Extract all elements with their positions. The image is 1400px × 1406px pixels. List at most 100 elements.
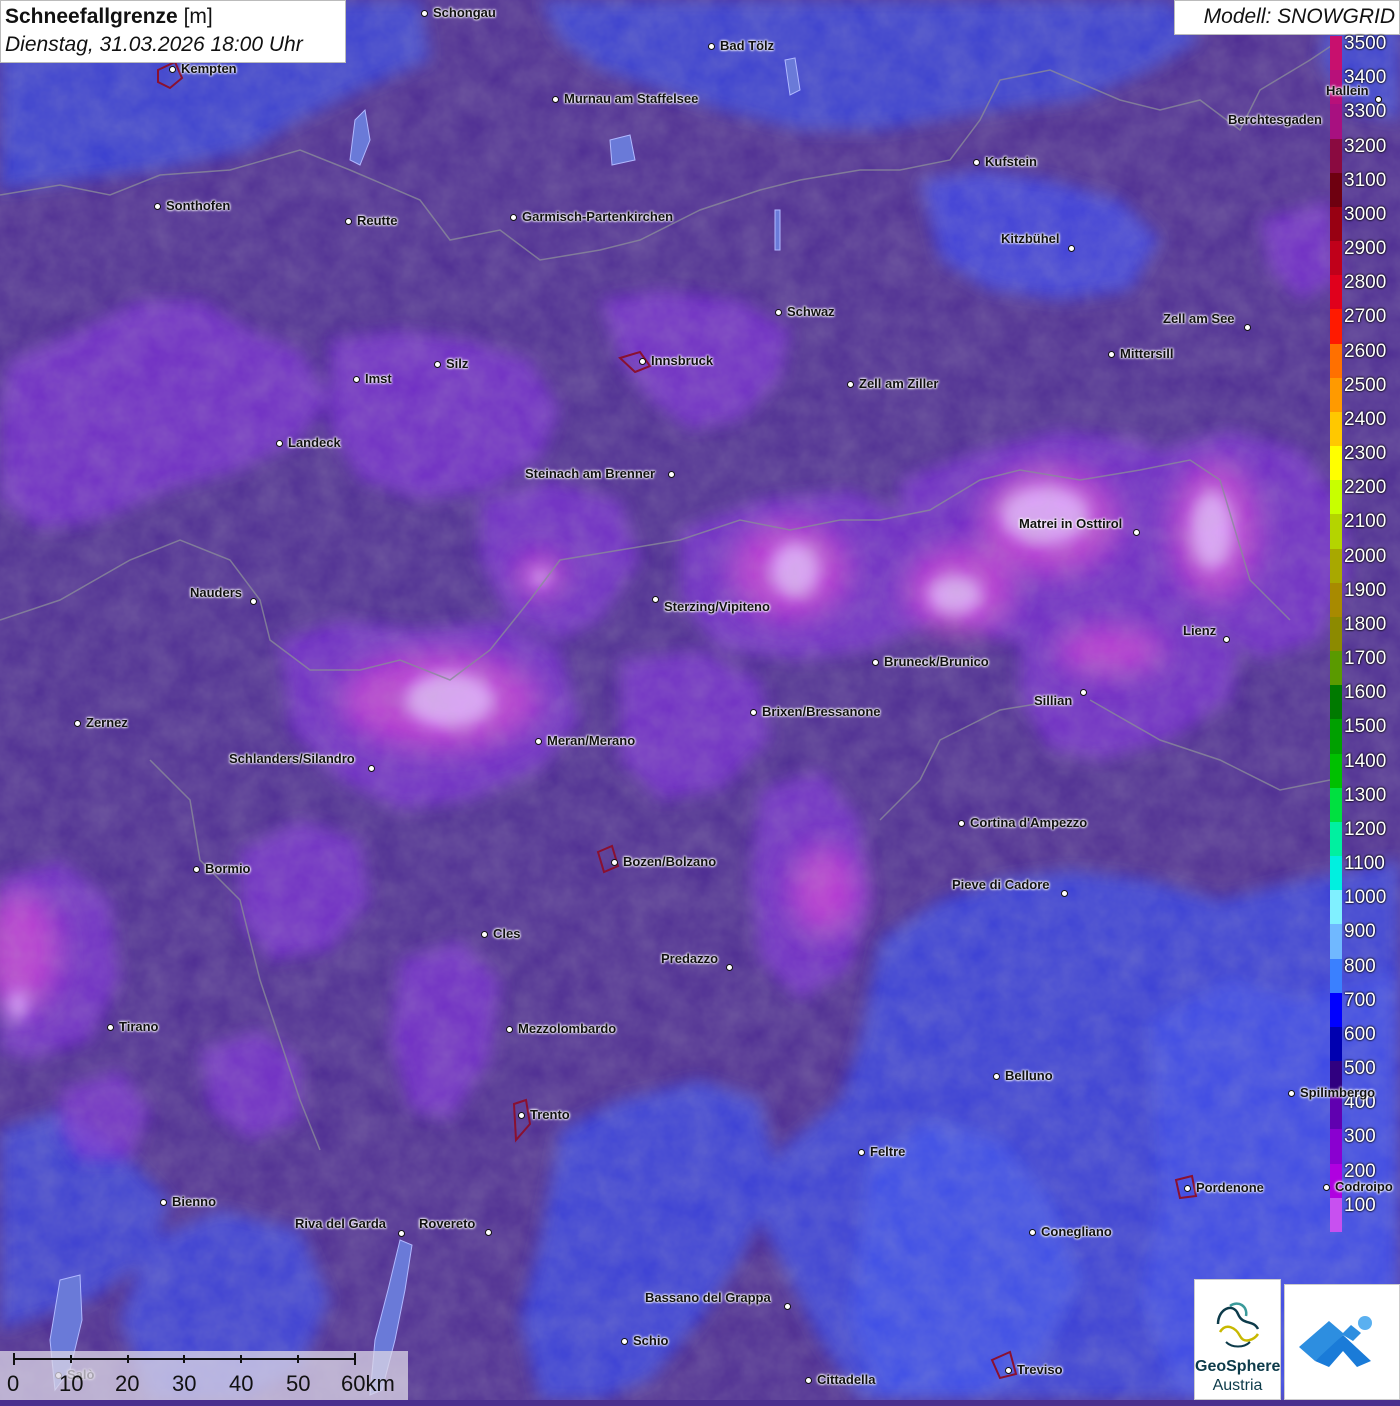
legend-label: 3200	[1344, 135, 1387, 157]
legend-swatch	[1330, 343, 1342, 379]
city-marker[interactable]	[168, 65, 176, 73]
city-label: Schio	[633, 1333, 669, 1348]
city-marker[interactable]	[1004, 1366, 1012, 1374]
legend-swatch	[1330, 787, 1342, 823]
city-marker[interactable]	[534, 737, 542, 745]
city-marker[interactable]	[1243, 323, 1251, 331]
geosphere-logo[interactable]: GeoSphere Austria	[1194, 1279, 1281, 1400]
city-marker[interactable]	[352, 375, 360, 383]
legend-label: 2100	[1344, 511, 1387, 533]
city-marker[interactable]	[551, 95, 559, 103]
legend-label: 1100	[1344, 853, 1385, 875]
city-marker[interactable]	[957, 819, 965, 827]
city-label: Cles	[493, 926, 521, 941]
city-marker[interactable]	[509, 213, 517, 221]
city-marker[interactable]	[192, 865, 200, 873]
legend-swatch	[1330, 514, 1342, 550]
city-label: Meran/Merano	[547, 733, 636, 748]
geosphere-name: GeoSphere	[1195, 1358, 1281, 1375]
city-marker[interactable]	[480, 930, 488, 938]
legend-label: 100	[1344, 1194, 1376, 1216]
city-marker[interactable]	[1374, 95, 1382, 103]
city-label: Cortina d'Ampezzo	[970, 815, 1088, 830]
city-label: Sterzing/Vipiteno	[664, 599, 770, 614]
city-marker[interactable]	[804, 1376, 812, 1384]
legend-label: 1800	[1344, 613, 1387, 635]
legend-swatch	[1330, 616, 1342, 652]
legend-label: 2300	[1344, 443, 1387, 465]
city-label: Codroipo	[1335, 1179, 1393, 1194]
city-marker[interactable]	[610, 858, 618, 866]
legend-label: 1600	[1344, 682, 1387, 704]
city-label: Matrei in Osttirol	[1019, 516, 1123, 531]
city-marker[interactable]	[1107, 350, 1115, 358]
city-marker[interactable]	[159, 1198, 167, 1206]
city-marker[interactable]	[344, 217, 352, 225]
parameter-unit: [m]	[183, 5, 213, 28]
city-marker[interactable]	[1183, 1184, 1191, 1192]
legend-swatch	[1330, 821, 1342, 857]
city-label: Schongau	[433, 5, 496, 20]
city-marker[interactable]	[153, 202, 161, 210]
city-label: Brixen/Bressanone	[762, 704, 881, 719]
legend-swatch	[1330, 992, 1342, 1028]
city-marker[interactable]	[749, 708, 757, 716]
app-mountain-icon	[1299, 1316, 1372, 1367]
city-marker[interactable]	[707, 42, 715, 50]
city-marker[interactable]	[505, 1025, 513, 1033]
city-marker[interactable]	[517, 1111, 525, 1119]
city-label: Conegliano	[1041, 1224, 1112, 1239]
city-marker[interactable]	[871, 658, 879, 666]
city-marker[interactable]	[783, 1302, 791, 1310]
legend-label: 1200	[1344, 818, 1387, 840]
legend-swatch	[1330, 1095, 1342, 1130]
legend-label: 2700	[1344, 306, 1387, 328]
city-marker[interactable]	[1067, 244, 1075, 252]
city-label: Belluno	[1005, 1068, 1053, 1083]
city-marker[interactable]	[667, 470, 675, 478]
city-marker[interactable]	[249, 597, 257, 605]
city-marker[interactable]	[1222, 635, 1230, 643]
city-marker[interactable]	[846, 380, 854, 388]
city-label: Bad Tölz	[720, 38, 775, 53]
city-marker[interactable]	[484, 1228, 492, 1236]
city-marker[interactable]	[992, 1072, 1000, 1080]
legend-label: 3000	[1344, 203, 1387, 225]
legend-swatch	[1330, 1026, 1342, 1062]
city-marker[interactable]	[1132, 528, 1140, 536]
city-label: Bozen/Bolzano	[623, 854, 717, 869]
city-marker[interactable]	[73, 719, 81, 727]
city-marker[interactable]	[1287, 1089, 1295, 1097]
city-label: Riva del Garda	[295, 1216, 387, 1231]
legend-label: 2900	[1344, 238, 1387, 260]
city-label: Imst	[365, 371, 392, 386]
city-marker[interactable]	[651, 595, 659, 603]
city-marker[interactable]	[857, 1148, 865, 1156]
legend-label: 2600	[1344, 340, 1387, 362]
city-marker[interactable]	[433, 360, 441, 368]
legend-label: 1300	[1344, 784, 1387, 806]
city-marker[interactable]	[367, 764, 375, 772]
city-marker[interactable]	[620, 1337, 628, 1345]
city-marker[interactable]	[1322, 1183, 1330, 1191]
city-label: Innsbruck	[651, 353, 714, 368]
legend-label: 2400	[1344, 408, 1387, 430]
city-marker[interactable]	[1079, 688, 1087, 696]
legend-label: 2000	[1344, 545, 1387, 567]
city-marker[interactable]	[1028, 1228, 1036, 1236]
weather-app-logo[interactable]	[1284, 1284, 1400, 1400]
city-marker[interactable]	[774, 308, 782, 316]
city-label: Landeck	[288, 435, 341, 450]
city-label: Zernez	[86, 715, 128, 730]
legend-swatch	[1330, 377, 1342, 413]
city-marker[interactable]	[397, 1229, 405, 1237]
city-label: Hallein	[1326, 83, 1369, 98]
city-marker[interactable]	[420, 9, 428, 17]
city-marker[interactable]	[972, 158, 980, 166]
legend-label: 300	[1344, 1126, 1376, 1148]
city-marker[interactable]	[106, 1023, 114, 1031]
city-marker[interactable]	[275, 439, 283, 447]
city-marker[interactable]	[1060, 889, 1068, 897]
city-marker[interactable]	[638, 357, 646, 365]
city-marker[interactable]	[725, 963, 733, 971]
